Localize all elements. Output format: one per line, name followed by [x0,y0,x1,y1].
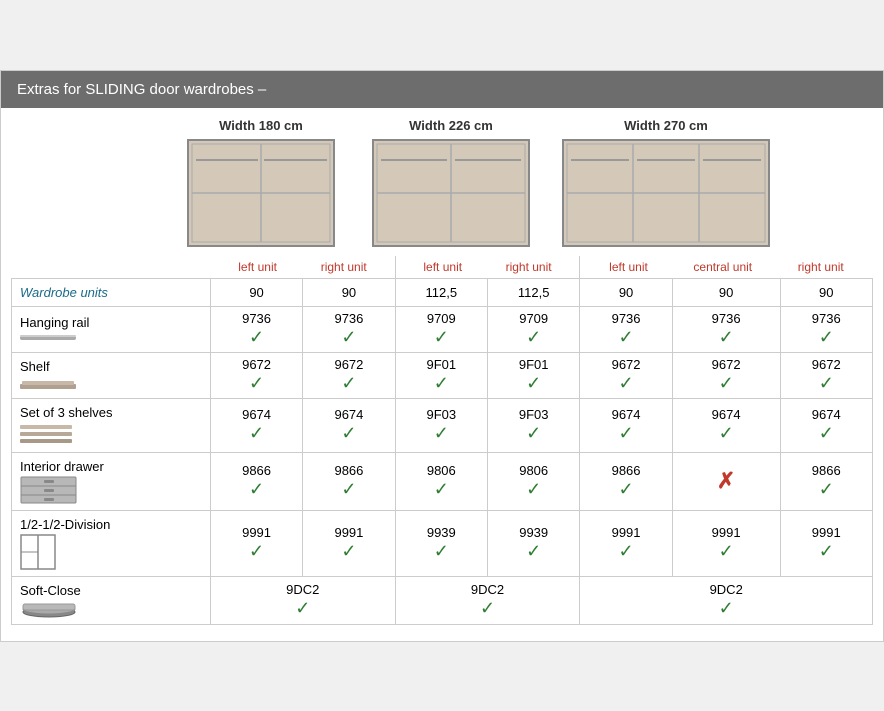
shelves-270-central: 9674✓ [672,398,780,452]
division-label: 1/2-1/2-Division [20,517,202,532]
unit-header-270-left: left unit [609,260,648,274]
shelf-270-central: 9672✓ [672,352,780,398]
rail-270-right: 9736✓ [780,306,872,352]
main-container: Extras for SLIDING door wardrobes – Widt… [0,70,884,642]
shelves-label: Set of 3 shelves [20,405,202,420]
category-label: Wardrobe units [20,285,108,300]
drawer-270-right: 9866✓ [780,452,872,510]
shelf-270-right: 9672✓ [780,352,872,398]
shelves-270-left: 9674✓ [580,398,672,452]
shelf-label: Shelf [20,359,202,374]
division-226-right: 9939✓ [488,510,580,576]
drawer-226-left: 9806✓ [395,452,487,510]
softclose-label: Soft-Close [20,583,202,598]
size-270-left: 90 [580,278,672,306]
drawer-270-central: ✗ [672,452,780,510]
hanging-rail-label: Hanging rail [20,315,202,330]
division-270-central: 9991✓ [672,510,780,576]
drawer-270-left: 9866✓ [580,452,672,510]
unit-header-270-right: right unit [798,260,844,274]
shelf-icon [20,376,76,392]
shelf-270-left: 9672✓ [580,352,672,398]
rail-270-left: 9736✓ [580,306,672,352]
width-270-label: Width 270 cm [624,118,708,133]
softclose-icon [20,600,78,618]
size-270-right: 90 [780,278,872,306]
unit-header-270-central: central unit [693,260,752,274]
shelf-180-left: 9672✓ [210,352,302,398]
drawer-180-left: 9866✓ [210,452,302,510]
soft-close-row: Soft-Close 9DC2 ✓ [12,576,873,624]
interior-drawer-row: Interior drawer 986 [12,452,873,510]
softclose-226: 9DC2 ✓ [395,576,580,624]
width-226-group: Width 226 cm [356,118,546,248]
drawer-label: Interior drawer [20,459,202,474]
set-of-3-shelves-row: Set of 3 shelves 9674✓ 9674✓ 9F03✓ 9F03✓ [12,398,873,452]
shelves-label-content: Set of 3 shelves [20,405,202,446]
wardrobe-270-img [561,138,771,248]
page-header: Extras for SLIDING door wardrobes – [1,71,883,108]
shelves-270-right: 9674✓ [780,398,872,452]
data-table: left unit right unit left unit right uni… [11,256,873,625]
shelves-icon [20,422,80,446]
division-180-left: 9991✓ [210,510,302,576]
unit-header-180-right: right unit [321,260,367,274]
wardrobe-226-img [371,138,531,248]
rail-226-left: 9709✓ [395,306,487,352]
hanging-rail-label-content: Hanging rail [20,315,202,344]
width-180-group: Width 180 cm [166,118,356,248]
division-row: 1/2-1/2-Division 9991✓ 9991✓ 9939✓ 9939✓ [12,510,873,576]
width-226-label: Width 226 cm [409,118,493,133]
size-180-left: 90 [210,278,302,306]
drawer-icon [20,476,78,504]
hanging-rail-row: Hanging rail 9736✓ 9736✓ 9709✓ 9709✓ 973… [12,306,873,352]
unit-header-226-left: left unit [423,260,462,274]
wardrobe-units-row: Wardrobe units 90 90 112,5 112,5 90 90 9… [12,278,873,306]
header-title: Extras for SLIDING door wardrobes – [17,81,266,98]
rail-180-left: 9736✓ [210,306,302,352]
division-icon [20,534,56,570]
images-area: Width 180 cm [11,118,873,248]
softclose-180: 9DC2 ✓ [210,576,395,624]
width-270-group: Width 270 cm [546,118,786,248]
shelf-row: Shelf 9672✓ 9672✓ 9F01✓ 9F01✓ 9672✓ 9 [12,352,873,398]
shelf-226-left: 9F01✓ [395,352,487,398]
shelf-label-content: Shelf [20,359,202,392]
size-226-right: 112,5 [488,278,580,306]
rail-180-right: 9736✓ [303,306,395,352]
softclose-270: 9DC2 ✓ [580,576,873,624]
wardrobe-180-img [186,138,336,248]
shelves-180-left: 9674✓ [210,398,302,452]
division-270-right: 9991✓ [780,510,872,576]
drawer-180-right: 9866✓ [303,452,395,510]
content-area: Width 180 cm [1,108,883,641]
unit-header-226-right: right unit [506,260,552,274]
width-180-label: Width 180 cm [219,118,303,133]
shelves-180-right: 9674✓ [303,398,395,452]
division-label-content: 1/2-1/2-Division [20,517,202,570]
drawer-226-right: 9806✓ [488,452,580,510]
division-226-left: 9939✓ [395,510,487,576]
shelf-180-right: 9672✓ [303,352,395,398]
shelves-226-left: 9F03✓ [395,398,487,452]
softclose-label-content: Soft-Close [20,583,202,618]
shelves-226-right: 9F03✓ [488,398,580,452]
division-180-right: 9991✓ [303,510,395,576]
size-226-left: 112,5 [395,278,487,306]
shelf-226-right: 9F01✓ [488,352,580,398]
rail-270-central: 9736✓ [672,306,780,352]
unit-header-row: left unit right unit left unit right uni… [12,256,873,279]
size-270-central: 90 [672,278,780,306]
rail-icon [20,332,76,344]
unit-header-180-left: left unit [238,260,277,274]
size-180-right: 90 [303,278,395,306]
rail-226-right: 9709✓ [488,306,580,352]
division-270-left: 9991✓ [580,510,672,576]
drawer-label-content: Interior drawer [20,459,202,504]
